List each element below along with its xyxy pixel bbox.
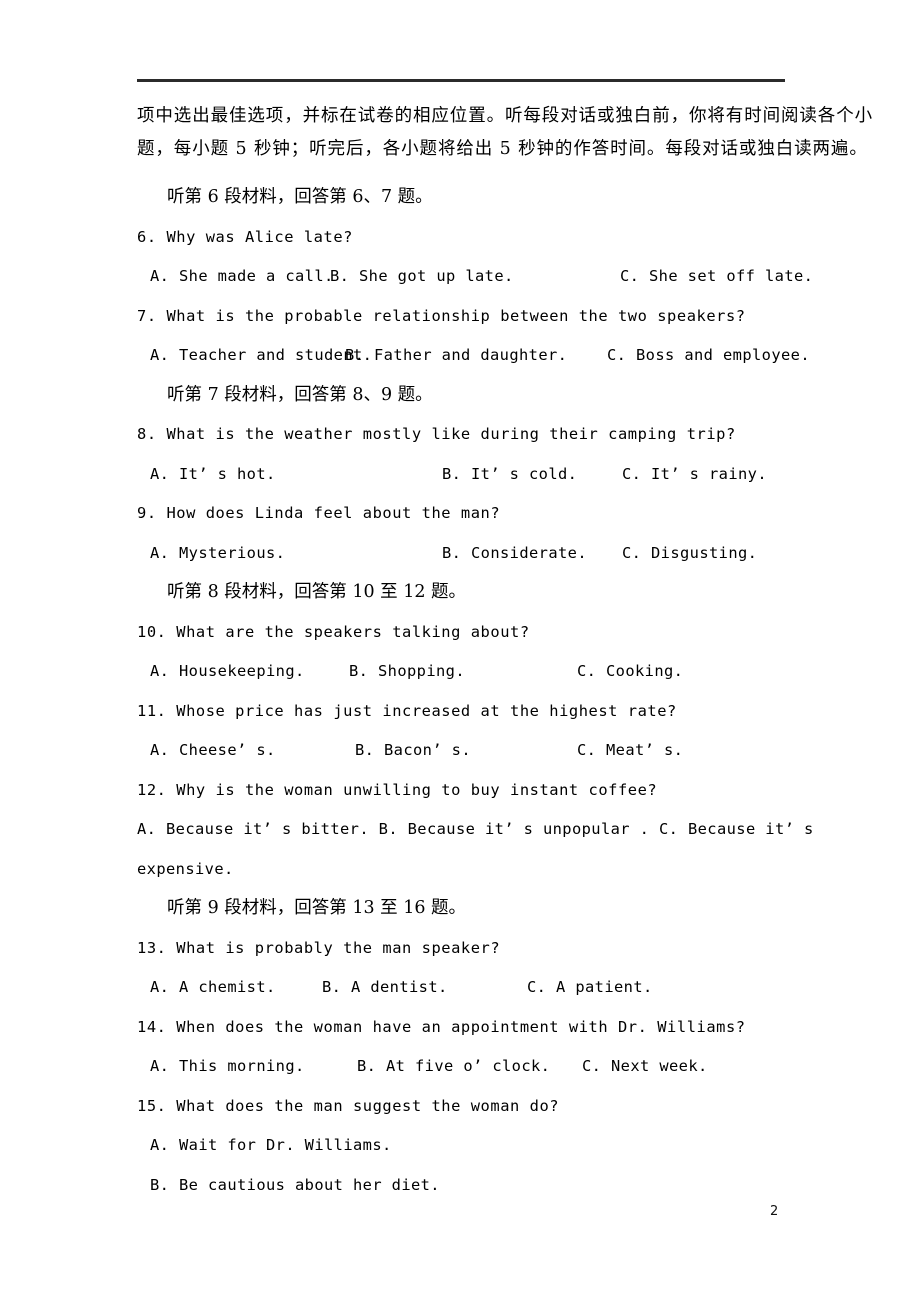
option-7-a[interactable]: A. Teacher and student. <box>150 336 372 376</box>
question-stem-15: 15. What does the man suggest the woman … <box>137 1096 560 1115</box>
question-stem-12: 12. Why is the woman unwilling to buy in… <box>137 780 658 799</box>
question-stem-8: 8. What is the weather mostly like durin… <box>137 425 736 443</box>
section-heading-6: 听第 6 段材料，回答第 6、7 题。 <box>167 187 433 207</box>
page-content: 项中选出最佳选项，并标在试卷的相应位置。听每段对话或独白前，你将有时间阅读各个小… <box>137 100 873 1206</box>
option-8-b[interactable]: B. It’ s cold. <box>442 455 577 495</box>
option-6-a[interactable]: A. She made a call. <box>150 257 334 297</box>
option-14-b[interactable]: B. At five o’ clock. <box>357 1047 550 1087</box>
option-13-a[interactable]: A. A chemist. <box>150 968 276 1008</box>
option-15-a[interactable]: A. Wait for Dr. Williams. <box>137 1126 797 1166</box>
option-15-b[interactable]: B. Be cautious about her diet. <box>137 1166 797 1206</box>
section-heading-7: 听第 7 段材料，回答第 8、9 题。 <box>167 384 433 405</box>
question-stem-9: 9. How does Linda feel about the man? <box>137 504 501 522</box>
options-row-12[interactable]: A. Because it’ s bitter. B. Because it’ … <box>137 810 813 850</box>
option-10-a[interactable]: A. Housekeeping. <box>150 652 305 692</box>
instructions-line-1: 项中选出最佳选项，并标在试卷的相应位置。听每段对话或独白前，你将有时间阅读各个小 <box>137 106 873 126</box>
page-number: 2 <box>770 1204 779 1219</box>
option-9-a[interactable]: A. Mysterious. <box>150 534 285 574</box>
option-9-c[interactable]: C. Disgusting. <box>622 534 757 574</box>
options-row-11: A. Cheese’ s. B. Bacon’ s. C. Meat’ s. <box>137 731 797 771</box>
option-6-b[interactable]: B. She got up late. <box>330 257 514 297</box>
options-row-10: A. Housekeeping. B. Shopping. C. Cooking… <box>137 652 797 692</box>
option-7-b[interactable]: B. Father and daughter. <box>345 336 567 376</box>
option-11-c[interactable]: C. Meat’ s. <box>577 731 683 771</box>
option-11-a[interactable]: A. Cheese’ s. <box>150 731 276 771</box>
question-stem-7: 7. What is the probable relationship bet… <box>137 306 746 325</box>
options-row-9: A. Mysterious. B. Considerate. C. Disgus… <box>137 534 797 574</box>
option-13-b[interactable]: B. A dentist. <box>322 968 448 1008</box>
section-heading-9: 听第 9 段材料，回答第 13 至 16 题。 <box>167 898 467 918</box>
option-10-c[interactable]: C. Cooking. <box>577 652 683 692</box>
instructions-line-2: 题，每小题 5 秒钟；听完后，各小题将给出 5 秒钟的作答时间。每段对话或独白读… <box>137 139 868 159</box>
options-row-12-continued[interactable]: expensive. <box>137 850 797 890</box>
option-14-a[interactable]: A. This morning. <box>150 1047 305 1087</box>
option-10-b[interactable]: B. Shopping. <box>349 652 465 692</box>
options-row-6: A. She made a call. B. She got up late. … <box>137 257 813 297</box>
option-9-b[interactable]: B. Considerate. <box>442 534 587 574</box>
header-rule <box>137 79 785 82</box>
option-13-c[interactable]: C. A patient. <box>527 968 653 1008</box>
option-6-c[interactable]: C. She set off late. <box>620 257 813 297</box>
options-row-8: A. It’ s hot. B. It’ s cold. C. It’ s ra… <box>137 455 797 495</box>
option-7-c[interactable]: C. Boss and employee. <box>607 336 810 376</box>
question-stem-13: 13. What is probably the man speaker? <box>137 938 501 957</box>
option-11-b[interactable]: B. Bacon’ s. <box>355 731 471 771</box>
section-heading-8: 听第 8 段材料，回答第 10 至 12 题。 <box>167 582 467 602</box>
option-8-a[interactable]: A. It’ s hot. <box>150 455 276 495</box>
question-stem-14: 14. When does the woman have an appointm… <box>137 1017 746 1036</box>
option-14-c[interactable]: C. Next week. <box>582 1047 708 1087</box>
question-stem-11: 11. Whose price has just increased at th… <box>137 701 677 720</box>
options-row-13: A. A chemist. B. A dentist. C. A patient… <box>137 968 797 1008</box>
options-row-7: A. Teacher and student. B. Father and da… <box>137 336 810 376</box>
question-stem-6: 6. Why was Alice late? <box>137 227 353 246</box>
exam-page: 项中选出最佳选项，并标在试卷的相应位置。听每段对话或独白前，你将有时间阅读各个小… <box>0 0 920 1302</box>
options-row-14: A. This morning. B. At five o’ clock. C.… <box>137 1047 797 1087</box>
option-8-c[interactable]: C. It’ s rainy. <box>622 455 767 495</box>
question-stem-10: 10. What are the speakers talking about? <box>137 622 530 641</box>
